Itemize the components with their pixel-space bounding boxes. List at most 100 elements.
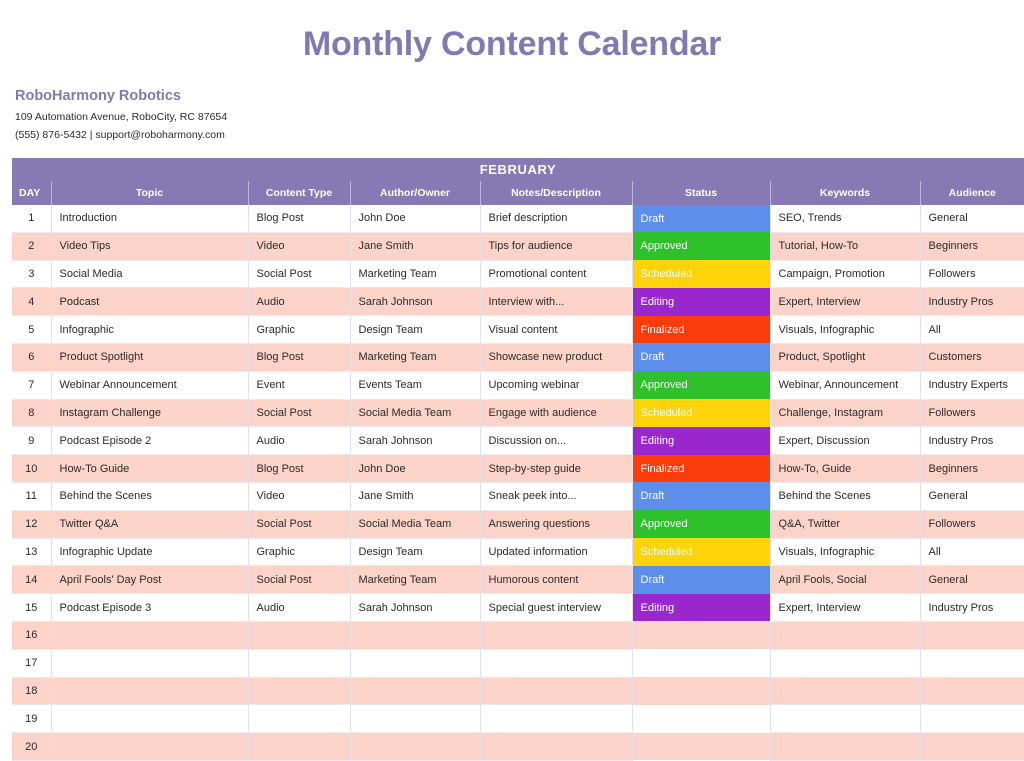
table-row[interactable]: 2 Video Tips Video Jane Smith Tips for audie… xyxy=(12,232,1024,261)
cell-content-type[interactable]: Audio xyxy=(248,593,351,622)
cell-keywords[interactable]: Challenge, Instagram xyxy=(770,399,921,428)
status-badge[interactable]: Scheduled xyxy=(632,538,771,566)
cell-audience[interactable]: General xyxy=(920,205,1024,233)
cell-day[interactable]: 10 xyxy=(12,454,52,483)
cell-content-type[interactable]: Graphic xyxy=(248,315,351,344)
column-header-topic[interactable]: Topic xyxy=(51,181,249,205)
cell-audience[interactable]: General xyxy=(920,482,1024,511)
table-row[interactable]: 14 April Fools' Day Post Social Post Market… xyxy=(12,565,1024,595)
status-badge[interactable]: Scheduled xyxy=(632,260,771,288)
cell-content-type[interactable] xyxy=(248,649,351,678)
table-row[interactable]: 7 Webinar Announcement Event Events Team Upc… xyxy=(12,371,1024,400)
column-header-audience[interactable]: Audience xyxy=(920,181,1024,205)
cell-author[interactable]: John Doe xyxy=(350,205,481,233)
cell-keywords[interactable]: Campaign, Promotion xyxy=(770,260,921,289)
cell-notes[interactable] xyxy=(480,677,633,706)
status-badge[interactable]: Draft xyxy=(632,482,771,511)
cell-topic[interactable]: Podcast xyxy=(51,287,249,317)
cell-keywords[interactable] xyxy=(770,704,921,734)
cell-topic[interactable] xyxy=(51,677,249,706)
table-row[interactable]: 16 xyxy=(12,621,1024,650)
cell-keywords[interactable]: Tutorial, How-To xyxy=(770,232,921,261)
table-row[interactable]: 9 Podcast Episode 2 Audio Sarah Johnson Disc… xyxy=(12,426,1024,456)
cell-day[interactable]: 12 xyxy=(12,510,52,539)
cell-keywords[interactable] xyxy=(770,677,921,706)
table-row[interactable]: 8 Instagram Challenge Social Post Social Me… xyxy=(12,399,1024,428)
cell-keywords[interactable]: How-To, Guide xyxy=(770,454,921,483)
cell-keywords[interactable]: Visuals, Infographic xyxy=(770,315,921,344)
cell-keywords[interactable] xyxy=(770,621,921,650)
cell-topic[interactable]: Infographic xyxy=(51,315,249,344)
cell-topic[interactable] xyxy=(51,621,249,650)
cell-keywords[interactable]: Behind the Scenes xyxy=(770,482,921,511)
cell-keywords[interactable]: Visuals, Infographic xyxy=(770,538,921,567)
cell-notes[interactable]: Brief description xyxy=(480,205,633,233)
table-row[interactable]: 19 xyxy=(12,704,1024,734)
status-badge[interactable]: Finalized xyxy=(632,454,771,483)
table-row[interactable]: 12 Twitter Q&A Social Post Social Media Tea… xyxy=(12,510,1024,539)
cell-audience[interactable]: Beginners xyxy=(920,232,1024,261)
table-row[interactable]: 20 xyxy=(12,732,1024,761)
cell-author[interactable]: Marketing Team xyxy=(350,343,481,372)
cell-author[interactable]: Sarah Johnson xyxy=(350,593,481,622)
cell-content-type[interactable]: Blog Post xyxy=(248,343,351,372)
cell-notes[interactable]: Humorous content xyxy=(480,565,633,595)
cell-day[interactable]: 19 xyxy=(12,704,52,734)
status-badge[interactable]: Editing xyxy=(632,593,771,622)
cell-audience[interactable]: All xyxy=(920,538,1024,567)
table-row[interactable]: 13 Infographic Update Graphic Design Team Up… xyxy=(12,538,1024,567)
cell-topic[interactable]: Instagram Challenge xyxy=(51,399,249,428)
cell-notes[interactable]: Promotional content xyxy=(480,260,633,289)
cell-notes[interactable]: Visual content xyxy=(480,315,633,344)
cell-notes[interactable] xyxy=(480,704,633,734)
cell-day[interactable]: 9 xyxy=(12,426,52,456)
cell-author[interactable]: Social Media Team xyxy=(350,510,481,539)
table-row[interactable]: 18 xyxy=(12,677,1024,706)
cell-day[interactable]: 6 xyxy=(12,343,52,372)
cell-notes[interactable]: Sneak peek into... xyxy=(480,482,633,511)
cell-notes[interactable]: Step-by-step guide xyxy=(480,454,633,483)
cell-author[interactable]: Social Media Team xyxy=(350,399,481,428)
cell-day[interactable]: 3 xyxy=(12,260,52,289)
cell-topic[interactable]: Podcast Episode 3 xyxy=(51,593,249,622)
cell-topic[interactable]: Behind the Scenes xyxy=(51,482,249,511)
cell-content-type[interactable] xyxy=(248,621,351,650)
cell-author[interactable] xyxy=(350,704,481,734)
cell-author[interactable] xyxy=(350,732,481,761)
status-badge[interactable]: Approved xyxy=(632,510,771,539)
cell-notes[interactable] xyxy=(480,621,633,650)
cell-keywords[interactable] xyxy=(770,732,921,761)
table-row[interactable]: 17 xyxy=(12,649,1024,678)
status-badge[interactable]: Scheduled xyxy=(632,399,771,427)
cell-audience[interactable]: General xyxy=(920,565,1024,595)
cell-audience[interactable]: Followers xyxy=(920,510,1024,539)
cell-author[interactable] xyxy=(350,649,481,678)
table-row[interactable]: 10 How-To Guide Blog Post John Doe Step-by-s… xyxy=(12,454,1024,483)
cell-author[interactable]: Design Team xyxy=(350,315,481,344)
cell-content-type[interactable]: Audio xyxy=(248,287,351,317)
cell-audience[interactable] xyxy=(920,704,1024,734)
cell-topic[interactable] xyxy=(51,649,249,678)
cell-content-type[interactable]: Social Post xyxy=(248,565,351,595)
cell-keywords[interactable]: Expert, Discussion xyxy=(770,426,921,456)
cell-content-type[interactable]: Video xyxy=(248,232,351,261)
cell-topic[interactable] xyxy=(51,732,249,761)
cell-content-type[interactable]: Blog Post xyxy=(248,205,351,233)
status-badge[interactable]: Editing xyxy=(632,426,771,455)
column-header-day[interactable]: DAY xyxy=(12,181,52,205)
cell-content-type[interactable]: Blog Post xyxy=(248,454,351,483)
cell-day[interactable]: 1 xyxy=(12,205,52,233)
cell-audience[interactable]: Followers xyxy=(920,399,1024,428)
cell-content-type[interactable]: Social Post xyxy=(248,399,351,428)
cell-day[interactable]: 2 xyxy=(12,232,52,261)
cell-status[interactable] xyxy=(632,732,771,761)
cell-topic[interactable]: Video Tips xyxy=(51,232,249,261)
cell-audience[interactable]: Beginners xyxy=(920,454,1024,483)
cell-content-type[interactable]: Graphic xyxy=(248,538,351,567)
cell-topic[interactable]: April Fools' Day Post xyxy=(51,565,249,595)
table-row[interactable]: 6 Product Spotlight Blog Post Marketing Tea… xyxy=(12,343,1024,372)
cell-notes[interactable]: Updated information xyxy=(480,538,633,567)
cell-author[interactable]: Events Team xyxy=(350,371,481,400)
cell-notes[interactable]: Discussion on... xyxy=(480,426,633,456)
cell-content-type[interactable]: Social Post xyxy=(248,510,351,539)
